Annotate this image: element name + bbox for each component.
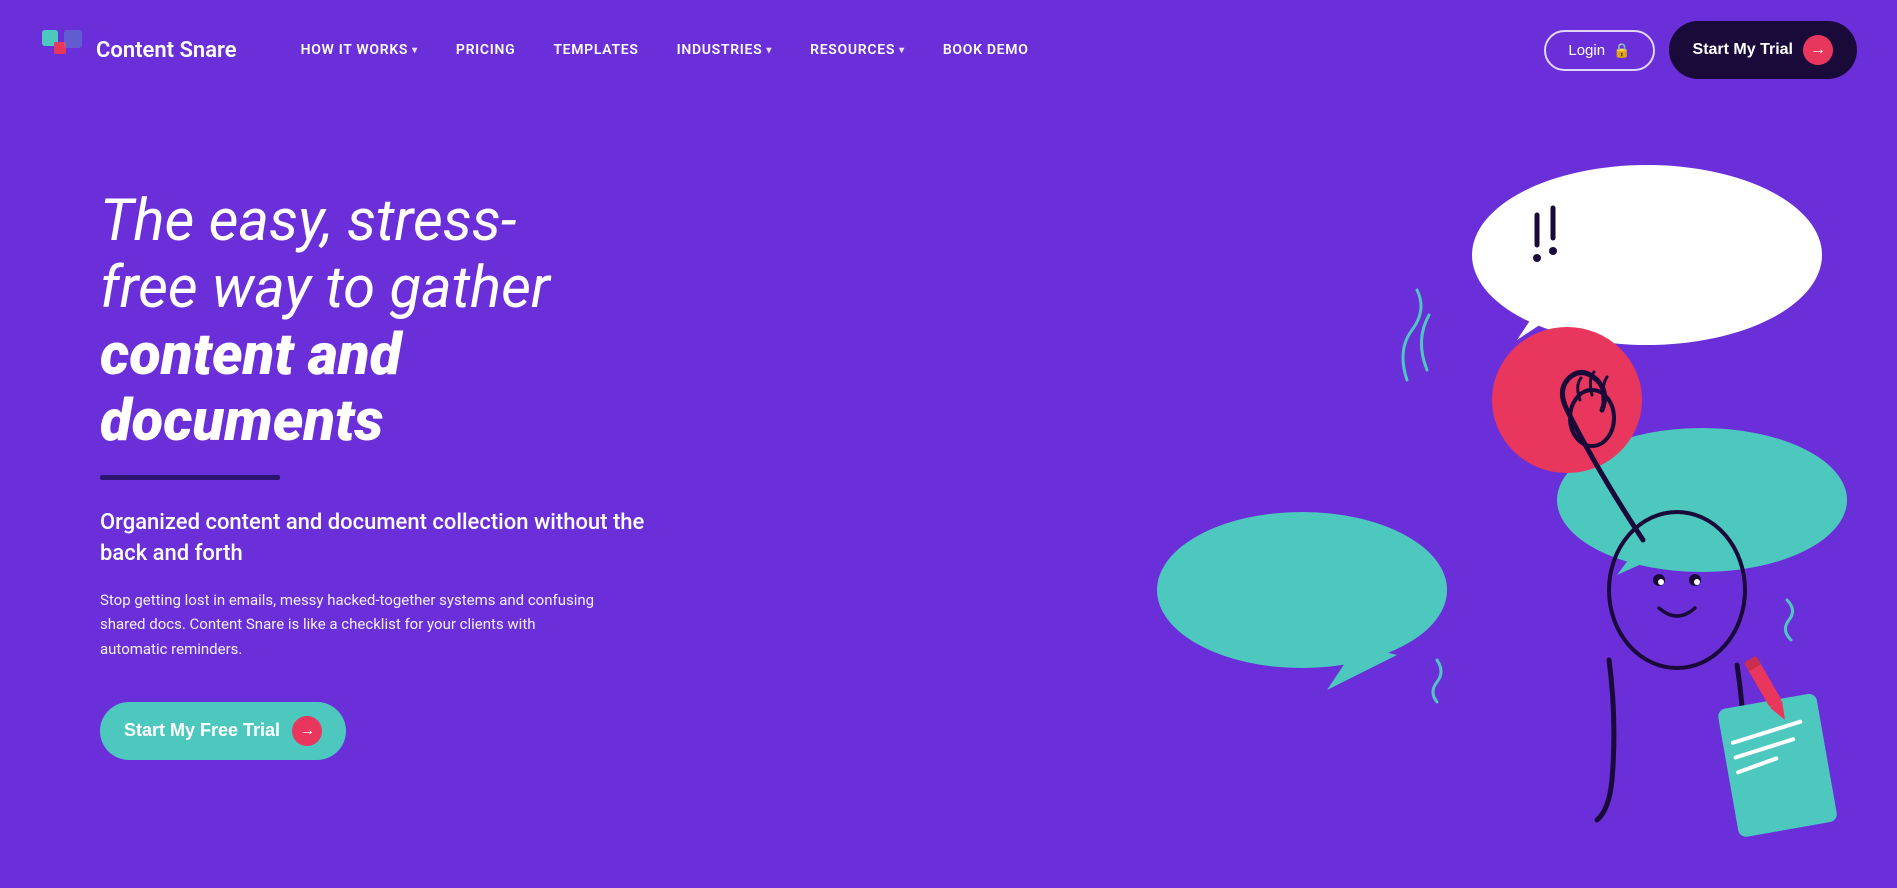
- hero-body: Stop getting lost in emails, messy hacke…: [100, 588, 600, 662]
- login-label: Login: [1568, 42, 1605, 59]
- arrow-right-icon: →: [1803, 35, 1833, 65]
- arrow-right-icon: →: [292, 716, 322, 746]
- nav-templates[interactable]: TEMPLATES: [537, 34, 654, 66]
- trial-hero-label: Start My Free Trial: [124, 720, 280, 741]
- hero-divider: [100, 475, 280, 480]
- lock-icon: 🔒: [1613, 42, 1630, 59]
- nav-book-demo[interactable]: BOOK DEMO: [927, 34, 1045, 66]
- trial-nav-label: Start My Trial: [1693, 41, 1793, 59]
- hero-svg-illustration: [1037, 100, 1857, 888]
- hero-subtitle: Organized content and document collectio…: [100, 508, 680, 570]
- logo-link[interactable]: Content Snare: [40, 28, 237, 72]
- start-trial-hero-button[interactable]: Start My Free Trial →: [100, 702, 346, 760]
- main-nav: Content Snare HOW IT WORKS ▾ PRICING TEM…: [0, 0, 1897, 100]
- nav-links: HOW IT WORKS ▾ PRICING TEMPLATES INDUSTR…: [285, 34, 1545, 66]
- nav-industries[interactable]: INDUSTRIES ▾: [661, 34, 789, 66]
- nav-resources[interactable]: RESOURCES ▾: [794, 34, 921, 66]
- chevron-down-icon: ▾: [899, 45, 905, 56]
- logo-icon: [40, 28, 84, 72]
- start-trial-nav-button[interactable]: Start My Trial →: [1669, 21, 1857, 79]
- nav-pricing[interactable]: PRICING: [440, 34, 531, 66]
- nav-actions: Login 🔒 Start My Trial →: [1544, 21, 1857, 79]
- login-button[interactable]: Login 🔒: [1544, 30, 1654, 71]
- hero-content: The easy, stress- free way to gather con…: [100, 100, 680, 888]
- brand-name: Content Snare: [96, 38, 237, 63]
- hero-title: The easy, stress- free way to gather con…: [100, 188, 680, 455]
- hero-illustration: [680, 100, 1817, 888]
- nav-how-it-works[interactable]: HOW IT WORKS ▾: [285, 34, 434, 66]
- chevron-down-icon: ▾: [412, 45, 418, 56]
- chevron-down-icon: ▾: [766, 45, 772, 56]
- hero-title-bold: content and documents: [100, 321, 401, 456]
- hero-section: The easy, stress- free way to gather con…: [0, 100, 1897, 888]
